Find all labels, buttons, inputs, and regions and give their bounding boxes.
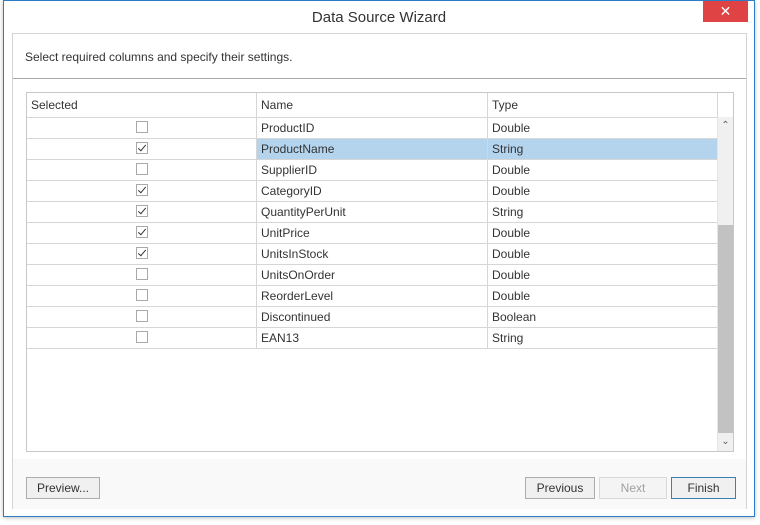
name-cell[interactable]: QuantityPerUnit bbox=[257, 202, 488, 222]
column-checkbox[interactable] bbox=[136, 226, 148, 238]
selected-cell bbox=[27, 118, 257, 138]
name-cell[interactable]: ProductID bbox=[257, 118, 488, 138]
column-header-name[interactable]: Name bbox=[257, 93, 488, 117]
type-cell[interactable]: Double bbox=[488, 160, 718, 180]
column-checkbox[interactable] bbox=[136, 331, 148, 343]
name-cell[interactable]: UnitsOnOrder bbox=[257, 265, 488, 285]
selected-cell bbox=[27, 181, 257, 201]
type-cell[interactable]: Boolean bbox=[488, 307, 718, 327]
selected-cell bbox=[27, 139, 257, 159]
wizard-body: Selected Name Type ProductID Double Produc… bbox=[13, 79, 746, 459]
selected-cell bbox=[27, 286, 257, 306]
selected-cell bbox=[27, 307, 257, 327]
table-row[interactable]: UnitPrice Double bbox=[27, 223, 717, 244]
instruction-text: Select required columns and specify thei… bbox=[25, 50, 293, 64]
selected-cell bbox=[27, 160, 257, 180]
column-checkbox[interactable] bbox=[136, 184, 148, 196]
table-row[interactable]: ProductName String bbox=[27, 139, 718, 160]
wizard-footer: Preview... Previous Next Finish bbox=[13, 459, 746, 509]
column-checkbox[interactable] bbox=[136, 205, 148, 217]
title-bar: Data Source Wizard ✕ bbox=[4, 1, 754, 33]
type-cell[interactable]: Double bbox=[488, 286, 718, 306]
previous-button[interactable]: Previous bbox=[525, 477, 595, 499]
type-cell[interactable]: Double bbox=[488, 223, 718, 243]
wizard-header: Select required columns and specify thei… bbox=[13, 34, 746, 79]
column-checkbox[interactable] bbox=[136, 163, 148, 175]
column-checkbox[interactable] bbox=[136, 289, 148, 301]
scroll-down-icon[interactable]: ⌄ bbox=[718, 433, 733, 451]
type-cell[interactable]: Double bbox=[488, 244, 718, 264]
wizard-content: Select required columns and specify thei… bbox=[12, 33, 747, 509]
type-cell[interactable]: String bbox=[488, 139, 718, 159]
window-title: Data Source Wizard bbox=[311, 9, 447, 26]
close-icon: ✕ bbox=[719, 3, 732, 19]
column-checkbox[interactable] bbox=[136, 121, 148, 133]
column-header-type[interactable]: Type bbox=[488, 93, 718, 117]
selected-cell bbox=[27, 328, 257, 348]
type-cell[interactable]: String bbox=[488, 328, 718, 348]
scroll-thumb[interactable] bbox=[718, 225, 733, 433]
selected-cell bbox=[27, 202, 257, 222]
scroll-up-icon[interactable]: ⌃ bbox=[718, 117, 733, 135]
preview-button[interactable]: Preview... bbox=[26, 477, 100, 499]
name-cell[interactable]: ReorderLevel bbox=[257, 286, 488, 306]
selected-cell bbox=[27, 223, 257, 243]
table-row[interactable]: Discontinued Boolean bbox=[27, 307, 717, 328]
grid-rows: ProductID Double ProductName String Supplier… bbox=[27, 118, 718, 349]
name-cell[interactable]: SupplierID bbox=[257, 160, 488, 180]
table-row[interactable]: UnitsOnOrder Double bbox=[27, 265, 717, 286]
column-checkbox[interactable] bbox=[136, 142, 148, 154]
name-cell[interactable]: UnitPrice bbox=[257, 223, 488, 243]
table-row[interactable]: CategoryID Double bbox=[27, 181, 717, 202]
type-cell[interactable]: Double bbox=[488, 181, 718, 201]
name-cell[interactable]: UnitsInStock bbox=[257, 244, 488, 264]
table-row[interactable]: SupplierID Double bbox=[27, 160, 717, 181]
finish-button[interactable]: Finish bbox=[671, 477, 736, 499]
columns-grid: Selected Name Type ProductID Double Produc… bbox=[26, 92, 734, 452]
vertical-scrollbar[interactable]: ⌃ ⌄ bbox=[717, 117, 733, 451]
table-row[interactable]: UnitsInStock Double bbox=[27, 244, 717, 265]
name-cell[interactable]: ProductName bbox=[257, 139, 488, 159]
close-button[interactable]: ✕ bbox=[703, 1, 748, 22]
type-cell[interactable]: Double bbox=[488, 265, 718, 285]
column-header-selected[interactable]: Selected bbox=[27, 93, 257, 117]
name-cell[interactable]: CategoryID bbox=[257, 181, 488, 201]
selected-cell bbox=[27, 244, 257, 264]
type-cell[interactable]: Double bbox=[488, 118, 718, 138]
table-row[interactable]: ReorderLevel Double bbox=[27, 286, 717, 307]
column-checkbox[interactable] bbox=[136, 310, 148, 322]
wizard-window: Data Source Wizard ✕ Select required col… bbox=[3, 0, 755, 517]
table-row[interactable]: EAN13 String bbox=[27, 328, 717, 349]
table-row[interactable]: QuantityPerUnit String bbox=[27, 202, 717, 223]
grid-header: Selected Name Type bbox=[27, 93, 733, 118]
name-cell[interactable]: Discontinued bbox=[257, 307, 488, 327]
table-row[interactable]: ProductID Double bbox=[27, 118, 717, 139]
type-cell[interactable]: String bbox=[488, 202, 718, 222]
selected-cell bbox=[27, 265, 257, 285]
next-button[interactable]: Next bbox=[599, 477, 667, 499]
column-checkbox[interactable] bbox=[136, 247, 148, 259]
name-cell[interactable]: EAN13 bbox=[257, 328, 488, 348]
column-checkbox[interactable] bbox=[136, 268, 148, 280]
